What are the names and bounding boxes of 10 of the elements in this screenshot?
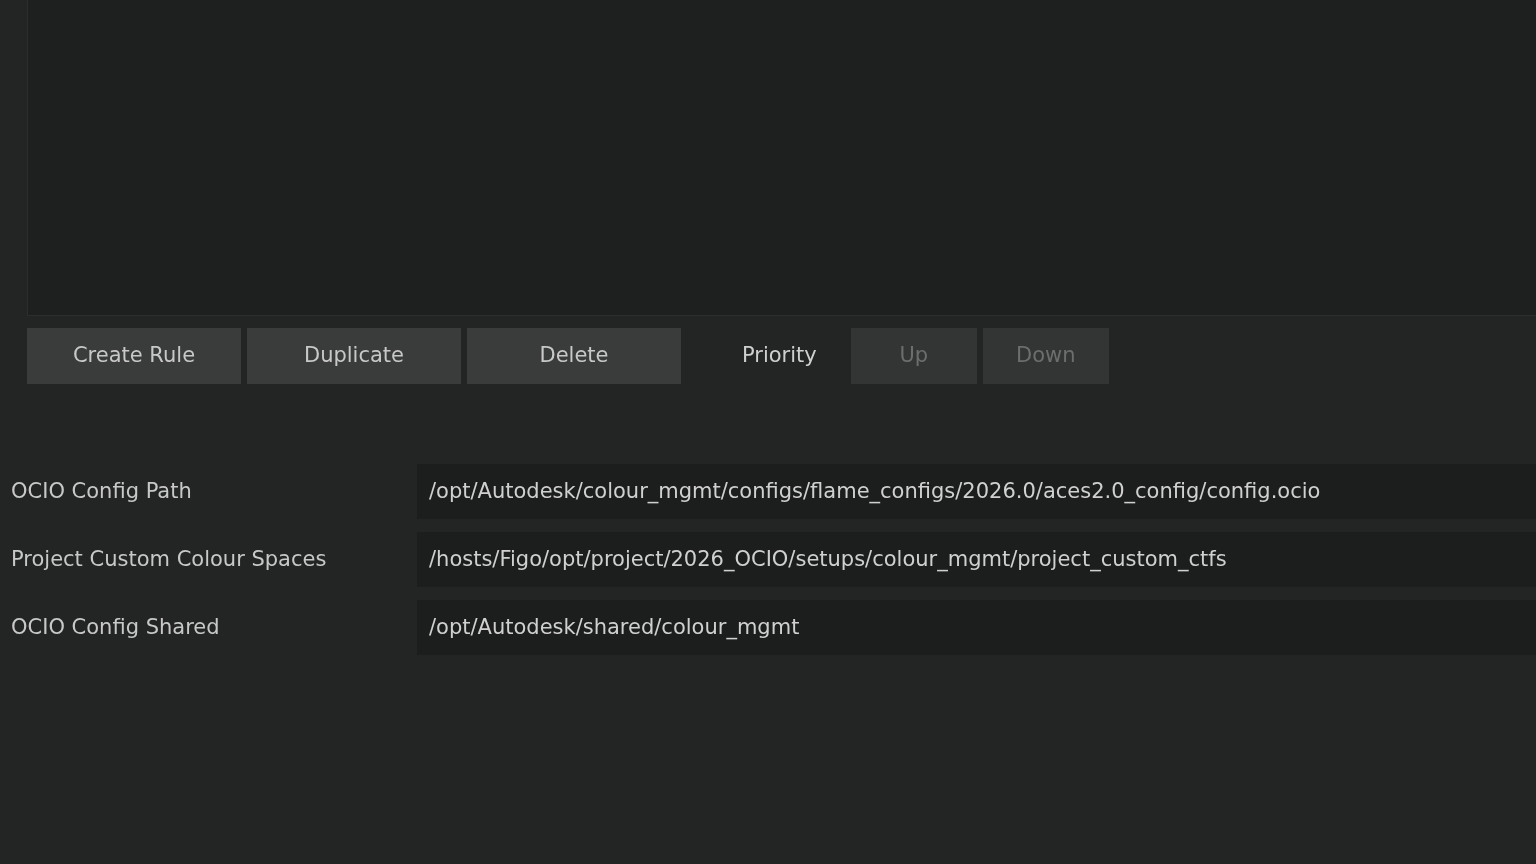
toolbar-button[interactable]: Delete xyxy=(467,328,681,384)
priority-label: Priority xyxy=(741,342,818,370)
toolbar-button[interactable]: Create Rule xyxy=(27,328,241,384)
path-field[interactable]: /opt/Autodesk/colour_mgmt/configs/flame_configs/2026.0/aces2.0_config/config.ocio xyxy=(417,464,1536,519)
setting-label: OCIO Config Path xyxy=(10,477,193,505)
toolbar-button[interactable]: Duplicate xyxy=(247,328,461,384)
path-field[interactable]: /hosts/Figo/opt/project/2026_OCIO/setups/colour_mgmt/project_custom_ctfs xyxy=(417,532,1536,587)
setting-label: Project Custom Colour Spaces xyxy=(10,545,328,573)
setting-label: OCIO Config Shared xyxy=(10,613,221,641)
path-field[interactable]: /opt/Autodesk/shared/colour_mgmt xyxy=(417,600,1536,655)
